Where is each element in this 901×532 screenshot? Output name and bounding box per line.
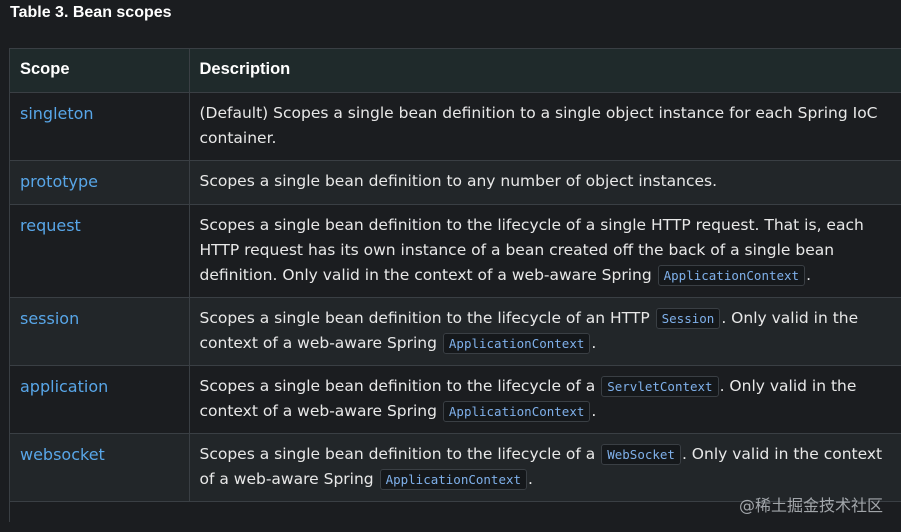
table-row: request Scopes a single bean definition … xyxy=(10,204,901,298)
description-text: . xyxy=(806,266,812,284)
description-text: . xyxy=(528,470,533,488)
description-text: Scopes a single bean definition to any n… xyxy=(199,172,718,190)
description-text: . xyxy=(591,334,597,352)
description-text: Scopes a single bean definition to the l… xyxy=(199,445,601,463)
description-cell: Scopes a single bean definition to the l… xyxy=(189,365,901,434)
inline-code: ApplicationContext xyxy=(442,333,591,354)
description-cell: Scopes a single bean definition to the l… xyxy=(189,204,901,298)
inline-code: ApplicationContext xyxy=(379,469,528,490)
table-header-row: Scope Description xyxy=(10,48,901,93)
inline-code: WebSocket xyxy=(601,444,681,465)
table-row: session Scopes a single bean definition … xyxy=(10,297,901,366)
scope-link-request[interactable]: request xyxy=(20,216,81,235)
table-caption: Table 3. Bean scopes xyxy=(10,4,172,21)
description-text: (Default) Scopes a single bean definitio… xyxy=(199,104,878,147)
scope-link-websocket[interactable]: websocket xyxy=(20,445,105,464)
table-row: singleton (Default) Scopes a single bean… xyxy=(10,92,901,161)
description-cell: Scopes a single bean definition to the l… xyxy=(189,297,901,366)
inline-code: ApplicationContext xyxy=(657,265,806,286)
inline-code: ServletContext xyxy=(601,376,719,397)
scope-link-prototype[interactable]: prototype xyxy=(20,172,98,191)
page: Table 3. Bean scopes Scope Description s… xyxy=(0,0,901,532)
table-row: application Scopes a single bean definit… xyxy=(10,365,901,434)
description-text: . xyxy=(591,402,597,420)
bean-scopes-table-wrapper: Scope Description singleton (Default) Sc… xyxy=(9,48,901,522)
description-cell: Scopes a single bean definition to any n… xyxy=(189,160,901,205)
bean-scopes-table: Scope Description singleton (Default) Sc… xyxy=(10,48,901,502)
watermark: @稀土掘金技术社区 xyxy=(738,496,883,515)
table-row: prototype Scopes a single bean definitio… xyxy=(10,160,901,205)
description-text: Scopes a single bean definition to the l… xyxy=(199,377,601,395)
scope-link-singleton[interactable]: singleton xyxy=(20,104,94,123)
scope-link-session[interactable]: session xyxy=(20,309,79,328)
scope-link-application[interactable]: application xyxy=(20,377,108,396)
description-cell: (Default) Scopes a single bean definitio… xyxy=(189,92,901,161)
column-header-description: Description xyxy=(189,48,901,93)
inline-code: Session xyxy=(655,308,721,329)
inline-code: ApplicationContext xyxy=(442,401,591,422)
column-header-scope: Scope xyxy=(10,48,190,93)
description-text: Scopes a single bean definition to the l… xyxy=(199,309,655,327)
